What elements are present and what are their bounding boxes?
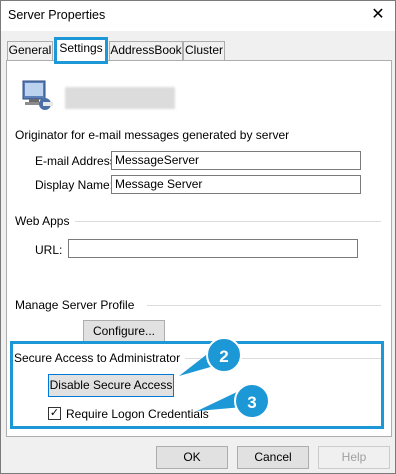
server-icon (22, 80, 53, 110)
configure-button[interactable]: Configure... (83, 320, 165, 342)
url-label: URL: (35, 243, 63, 257)
tab-addressbook[interactable]: AddressBook (109, 41, 183, 60)
settings-tab-highlight (54, 37, 108, 64)
display-name-field[interactable]: Message Server (111, 175, 361, 194)
callout-3: 3 (234, 383, 270, 419)
cancel-button[interactable]: Cancel (237, 446, 309, 469)
ok-button[interactable]: OK (156, 446, 228, 469)
tab-cluster[interactable]: Cluster (183, 41, 225, 60)
help-button[interactable]: Help (318, 446, 390, 469)
server-properties-window: Server Properties ✕ General Settings Add… (0, 0, 396, 474)
callout-2: 2 (206, 337, 242, 373)
window-title: Server Properties (8, 8, 106, 22)
close-icon[interactable]: ✕ (367, 5, 389, 25)
webapps-separator (75, 221, 381, 222)
display-name-label: Display Name: (35, 178, 114, 192)
webapps-heading: Web Apps (15, 214, 74, 228)
originator-heading: Originator for e-mail messages generated… (15, 128, 294, 142)
title-bar: Server Properties ✕ (1, 1, 395, 31)
server-name-blurred (65, 87, 175, 109)
profile-separator (147, 305, 381, 306)
url-field[interactable] (68, 239, 358, 258)
email-address-label: E-mail Address: (35, 154, 120, 168)
email-address-field[interactable]: MessageServer (111, 151, 361, 170)
tab-general[interactable]: General (7, 41, 53, 60)
profile-heading: Manage Server Profile (15, 298, 139, 312)
